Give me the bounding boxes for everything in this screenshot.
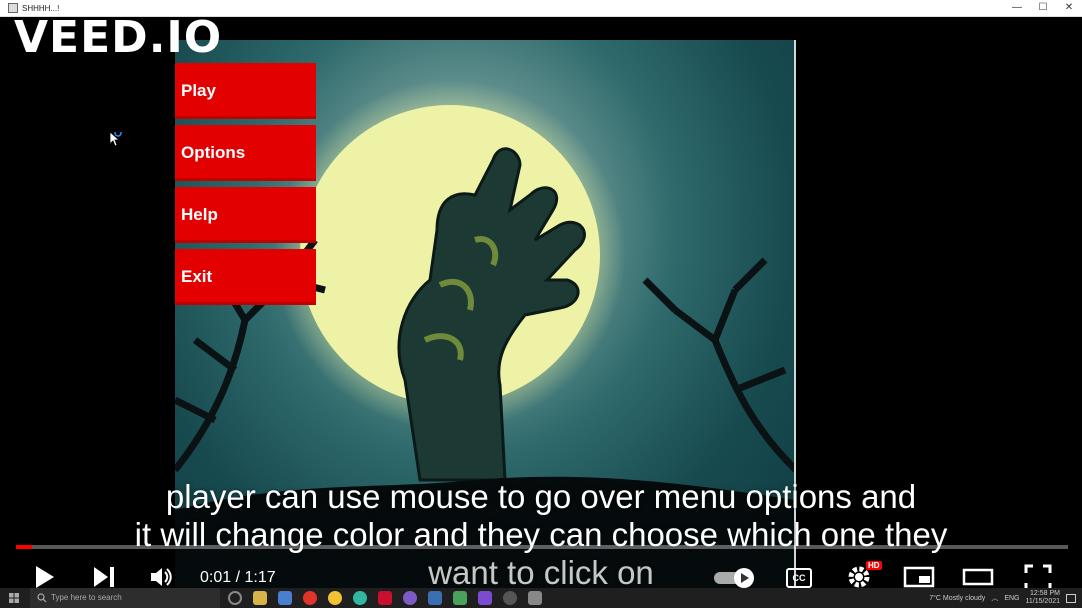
windows-start-icon[interactable] <box>9 593 19 603</box>
taskbar-clock[interactable]: 12:58 PM 11/15/2021 <box>1025 590 1060 606</box>
notifications-icon[interactable] <box>1066 593 1076 603</box>
opera-icon[interactable] <box>303 591 317 605</box>
clock-time: 12:58 PM <box>1030 590 1060 597</box>
search-placeholder: Type here to search <box>51 593 122 602</box>
system-tray: 7°C Mostly cloudy ︿ ENG 12:58 PM 11/15/2… <box>929 588 1076 608</box>
main-menu: Play Options Help Exit <box>175 63 316 311</box>
play-icon[interactable] <box>34 564 56 590</box>
next-icon[interactable] <box>92 564 116 590</box>
autoplay-toggle-icon[interactable] <box>712 566 758 590</box>
minimize-button[interactable]: — <box>1004 0 1030 17</box>
hd-badge: HD <box>866 561 882 570</box>
veed-watermark: VEED.IO <box>14 12 223 63</box>
edge-icon[interactable] <box>353 591 367 605</box>
taskbar-apps <box>228 591 542 605</box>
weather-status[interactable]: 7°C Mostly cloudy <box>929 595 985 602</box>
taskbar-search[interactable]: Type here to search <box>30 588 220 608</box>
progress-fill <box>16 545 32 549</box>
busy-indicator-icon <box>114 132 122 137</box>
video-progress-bar[interactable] <box>16 545 1068 549</box>
office-icon[interactable] <box>378 591 392 605</box>
mail-icon[interactable] <box>278 591 292 605</box>
caption-line: player can use mouse to go over menu opt… <box>165 478 917 515</box>
cc-button[interactable]: CC <box>786 568 812 588</box>
theater-mode-icon[interactable] <box>962 564 994 590</box>
game-window-icon[interactable] <box>528 591 542 605</box>
mouse-cursor-icon <box>110 132 122 147</box>
file-explorer-icon[interactable] <box>253 591 267 605</box>
unity-icon[interactable] <box>503 591 517 605</box>
close-button[interactable]: ✕ <box>1056 0 1082 17</box>
maximize-button[interactable]: ☐ <box>1030 0 1056 17</box>
clock-date: 11/15/2021 <box>1025 598 1060 605</box>
miniplayer-icon[interactable] <box>903 564 935 590</box>
volume-icon[interactable] <box>149 564 175 590</box>
app-icon-purple[interactable] <box>403 591 417 605</box>
exit-button[interactable]: Exit <box>175 249 316 305</box>
play-button[interactable]: Play <box>175 63 316 119</box>
windows-taskbar: Type here to search 7°C Mostly cloudy ︿ … <box>0 588 1082 608</box>
search-icon <box>37 593 47 603</box>
chrome-icon[interactable] <box>328 591 342 605</box>
options-button[interactable]: Options <box>175 125 316 181</box>
help-button[interactable]: Help <box>175 187 316 243</box>
tree-right <box>642 257 796 473</box>
git-icon[interactable] <box>453 591 467 605</box>
language-indicator[interactable]: ENG <box>1004 595 1019 602</box>
time-display: 0:01 / 1:17 <box>200 569 276 586</box>
tray-chevron-icon[interactable]: ︿ <box>991 593 998 603</box>
visual-studio-icon[interactable] <box>478 591 492 605</box>
task-view-icon[interactable] <box>228 591 242 605</box>
python-icon[interactable] <box>428 591 442 605</box>
